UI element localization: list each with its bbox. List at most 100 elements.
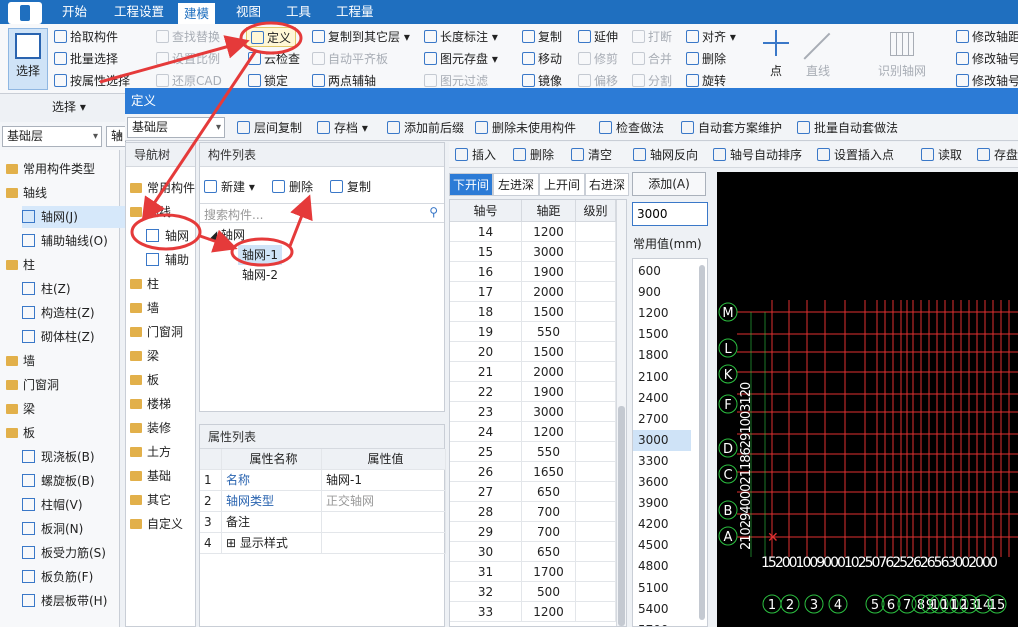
common-value-item[interactable]: 5100: [633, 578, 691, 599]
property-value[interactable]: [322, 533, 446, 554]
outer-tree-item[interactable]: 砌体柱(Z): [22, 326, 95, 348]
axis-level-cell[interactable]: [576, 382, 616, 402]
line-button[interactable]: 直线: [800, 28, 836, 79]
axis-row[interactable]: 24 1200: [450, 422, 626, 442]
outer-tree-folder[interactable]: 板: [6, 422, 35, 444]
point-button[interactable]: 点: [762, 28, 790, 79]
axis-value-input[interactable]: [632, 202, 708, 226]
axis-no-cell[interactable]: 21: [450, 362, 522, 382]
batch-auto-method-button[interactable]: 批量自动套做法: [797, 118, 898, 138]
tab-left-depth[interactable]: 左进深: [493, 173, 539, 196]
component-item-1[interactable]: 轴网-1: [238, 245, 282, 265]
move-button[interactable]: 移动: [522, 49, 562, 69]
axis-row[interactable]: 21 2000: [450, 362, 626, 382]
axis-dist-cell[interactable]: 650: [522, 482, 576, 502]
common-value-item[interactable]: 600: [633, 261, 691, 282]
delete-unused-button[interactable]: 删除未使用构件: [475, 118, 576, 138]
tab-right-depth[interactable]: 右进深: [585, 173, 629, 196]
common-value-item[interactable]: 1200: [633, 303, 691, 324]
read-button[interactable]: 读取: [921, 145, 962, 165]
outer-layer2-select[interactable]: 轴: [106, 126, 126, 147]
common-value-item[interactable]: 1800: [633, 345, 691, 366]
nav-folder[interactable]: 柱: [130, 273, 159, 295]
axis-row[interactable]: 22 1900: [450, 382, 626, 402]
common-list-scroll-thumb[interactable]: [699, 265, 705, 620]
modify-axis-dist-button[interactable]: 修改轴距: [956, 27, 1018, 47]
axis-row[interactable]: 31 1700: [450, 562, 626, 582]
axis-no-cell[interactable]: 30: [450, 542, 522, 562]
axis-no-cell[interactable]: 20: [450, 342, 522, 362]
outer-tree-folder[interactable]: 墙: [6, 350, 35, 372]
axis-level-cell[interactable]: [576, 262, 616, 282]
axis-preview-canvas[interactable]: MLKFDCBA 1 2 3 4 5 6 7 8 9 10 11 12 13 14 15 ✕ 2102940…: [717, 172, 1018, 627]
archive-button[interactable]: 存档 ▾: [317, 118, 368, 138]
common-value-item[interactable]: 5700: [633, 620, 691, 626]
common-value-item[interactable]: 3900: [633, 493, 691, 514]
property-row[interactable]: 2 轴网类型 正交轴网: [200, 491, 446, 512]
axis-dist-cell[interactable]: 3000: [522, 242, 576, 262]
nav-folder[interactable]: 板: [130, 369, 159, 391]
component-search-box[interactable]: 搜索构件... ⚲: [200, 203, 444, 223]
axis-no-cell[interactable]: 16: [450, 262, 522, 282]
axis-row[interactable]: 25 550: [450, 442, 626, 462]
axis-row[interactable]: 27 650: [450, 482, 626, 502]
outer-tree-folder[interactable]: 门窗洞: [6, 374, 59, 396]
copy-component-button[interactable]: 复制: [330, 177, 371, 197]
property-value[interactable]: [322, 512, 446, 533]
copy-button[interactable]: 复制: [522, 27, 562, 47]
select-by-attr-button[interactable]: 按属性选择: [54, 71, 130, 91]
property-row[interactable]: 3 备注: [200, 512, 446, 533]
nav-folder[interactable]: 装修: [130, 417, 171, 439]
axis-level-cell[interactable]: [576, 522, 616, 542]
save-disk-button[interactable]: 存盘: [977, 145, 1018, 165]
find-replace-button[interactable]: 查找替换: [156, 27, 220, 47]
auto-flat-button[interactable]: 自动平齐板: [312, 49, 388, 69]
axis-no-cell[interactable]: 23: [450, 402, 522, 422]
axis-row[interactable]: 18 1500: [450, 302, 626, 322]
delete-component-button[interactable]: 删除: [272, 177, 313, 197]
axis-row[interactable]: 19 550: [450, 322, 626, 342]
axis-level-cell[interactable]: [576, 362, 616, 382]
nav-folder[interactable]: 其它: [130, 489, 171, 511]
axis-dist-cell[interactable]: 1200: [522, 602, 576, 622]
axis-dist-cell[interactable]: 500: [522, 582, 576, 602]
align-button[interactable]: 对齐 ▾: [686, 27, 736, 47]
nav-folder[interactable]: 常用构件: [130, 177, 195, 199]
copy-between-floors-button[interactable]: 层间复制: [237, 118, 302, 138]
set-insert-point-button[interactable]: 设置插入点: [817, 145, 894, 165]
axis-row[interactable]: 16 1900: [450, 262, 626, 282]
outer-tree-folder[interactable]: 柱: [6, 254, 35, 276]
outer-tree-item[interactable]: 现浇板(B): [22, 446, 95, 468]
outer-layer-select[interactable]: 基础层: [2, 126, 102, 147]
axis-level-cell[interactable]: [576, 222, 616, 242]
axis-level-cell[interactable]: [576, 462, 616, 482]
merge-button[interactable]: 合并: [632, 49, 672, 69]
nav-folder[interactable]: 楼梯: [130, 393, 171, 415]
common-value-item[interactable]: 5400: [633, 599, 691, 620]
length-dim-button[interactable]: 长度标注 ▾: [424, 27, 498, 47]
nav-sub-item[interactable]: 轴网: [146, 225, 189, 247]
axis-row[interactable]: 23 3000: [450, 402, 626, 422]
axis-no-cell[interactable]: 32: [450, 582, 522, 602]
common-value-item[interactable]: 3300: [633, 451, 691, 472]
axis-level-cell[interactable]: [576, 342, 616, 362]
axis-dist-cell[interactable]: 1650: [522, 462, 576, 482]
trim-button[interactable]: 修剪: [578, 49, 618, 69]
common-value-item[interactable]: 4200: [633, 514, 691, 535]
outer-tree-item[interactable]: 板负筋(F): [22, 566, 93, 588]
outer-tree-item[interactable]: 楼层板带(H): [22, 590, 107, 612]
common-value-item[interactable]: 3600: [633, 472, 691, 493]
axis-dist-cell[interactable]: 1200: [522, 222, 576, 242]
axis-level-cell[interactable]: [576, 602, 616, 622]
axis-level-cell[interactable]: [576, 482, 616, 502]
tab-quantity[interactable]: 工程量: [330, 0, 380, 24]
axis-row[interactable]: 15 3000: [450, 242, 626, 262]
axis-dist-cell[interactable]: 1500: [522, 302, 576, 322]
delete-button[interactable]: 删除: [686, 49, 726, 69]
axis-dist-cell[interactable]: 2000: [522, 362, 576, 382]
nav-folder[interactable]: 基础: [130, 465, 171, 487]
axis-no-cell[interactable]: 25: [450, 442, 522, 462]
nav-folder[interactable]: 梁: [130, 345, 159, 367]
outer-tree-item[interactable]: 柱(Z): [22, 278, 71, 300]
outer-tree-item[interactable]: 螺旋板(B): [22, 470, 95, 492]
